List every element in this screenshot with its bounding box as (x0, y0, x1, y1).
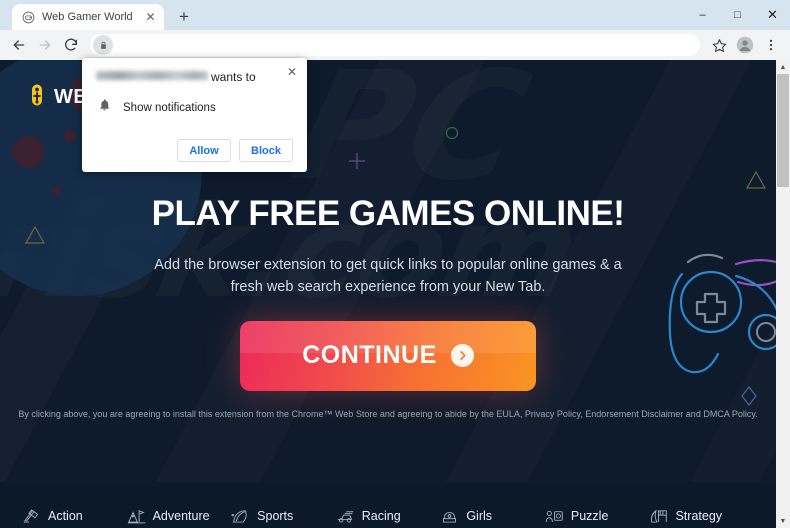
new-tab-button[interactable]: + (171, 3, 197, 29)
forward-button[interactable] (32, 32, 58, 58)
nav-label: Sports (257, 509, 294, 523)
popup-title-suffix: wants to (211, 70, 256, 84)
action-icon (23, 509, 39, 523)
permission-label: Show notifications (123, 101, 216, 114)
nav-label: Adventure (152, 509, 210, 523)
popup-actions: Allow Block (96, 139, 293, 162)
gamepad-logo-icon (26, 83, 48, 112)
browser-toolbar (0, 30, 790, 60)
continue-button[interactable]: CONTINUE (240, 320, 536, 391)
tab-close-icon[interactable]: ✕ (143, 10, 158, 25)
page-subline: Add the browser extension to get quick l… (154, 257, 622, 296)
scroll-down-arrow[interactable]: ▼ (776, 514, 790, 528)
nav-item-girls[interactable]: Girls (440, 508, 545, 524)
lock-icon[interactable] (93, 35, 113, 55)
nav-label: Action (48, 509, 83, 523)
legal-disclaimer: By clicking above, you are agreeing to i… (18, 408, 758, 419)
cta-wrapper: CONTINUE (0, 320, 776, 391)
nav-label: Racing (361, 509, 401, 523)
strategy-icon (651, 509, 668, 523)
reload-button[interactable] (58, 32, 84, 58)
browser-window: Web Gamer World ✕ + – □ ✕ WEB PLAY FREE … (0, 0, 790, 528)
window-controls: – □ ✕ (685, 0, 790, 30)
popup-close-icon[interactable]: ✕ (284, 64, 300, 80)
permission-row: Show notifications (96, 98, 293, 117)
nav-label: Puzzle (570, 509, 609, 523)
profile-avatar-icon[interactable] (732, 32, 758, 58)
continue-button-label: CONTINUE (302, 341, 437, 370)
bell-icon (98, 98, 111, 117)
minimize-button[interactable]: – (685, 0, 720, 30)
notification-permission-popup: ✕ wants to Show notifications Allow Bloc… (82, 58, 307, 172)
block-button[interactable]: Block (239, 139, 293, 162)
racing-icon (337, 511, 354, 523)
nav-item-adventure[interactable]: Adventure (127, 508, 232, 524)
nav-item-sports[interactable]: Sports (231, 508, 336, 524)
category-nav: Action Adventure Sports Racing Girls Puz… (0, 482, 776, 528)
adventure-icon (127, 510, 145, 524)
tab-title: Web Gamer World (42, 11, 133, 23)
maximize-button[interactable]: □ (720, 0, 755, 30)
scrollbar-thumb[interactable] (777, 74, 789, 187)
browser-tab[interactable]: Web Gamer World ✕ (12, 4, 164, 30)
nav-item-racing[interactable]: Racing (336, 508, 441, 524)
nav-item-strategy[interactable]: Strategy (649, 508, 754, 524)
gamepad-favicon-icon (21, 10, 35, 24)
nav-label: Strategy (675, 509, 723, 523)
address-bar[interactable] (90, 34, 700, 56)
bookmark-star-icon[interactable] (706, 32, 732, 58)
three-dot-menu-icon[interactable] (758, 32, 784, 58)
close-window-button[interactable]: ✕ (755, 0, 790, 30)
blurred-domain-text (96, 71, 208, 80)
nav-item-puzzle[interactable]: Puzzle (545, 508, 650, 524)
scroll-up-arrow[interactable]: ▲ (776, 60, 790, 74)
chevron-right-circle-icon (450, 344, 474, 368)
nav-item-action[interactable]: Action (22, 508, 127, 524)
girls-icon (443, 512, 457, 523)
page-scrollbar[interactable]: ▲ ▼ (776, 60, 790, 528)
puzzle-icon (545, 510, 563, 523)
back-button[interactable] (6, 32, 32, 58)
sports-icon (231, 510, 247, 523)
nav-label: Girls (466, 509, 493, 523)
page-headline: PLAY FREE GAMES ONLINE! (151, 194, 625, 233)
allow-button[interactable]: Allow (177, 139, 231, 162)
scrollbar-track[interactable] (776, 74, 790, 514)
popup-title: wants to (96, 70, 277, 84)
tab-strip: Web Gamer World ✕ + – □ ✕ (0, 0, 790, 30)
